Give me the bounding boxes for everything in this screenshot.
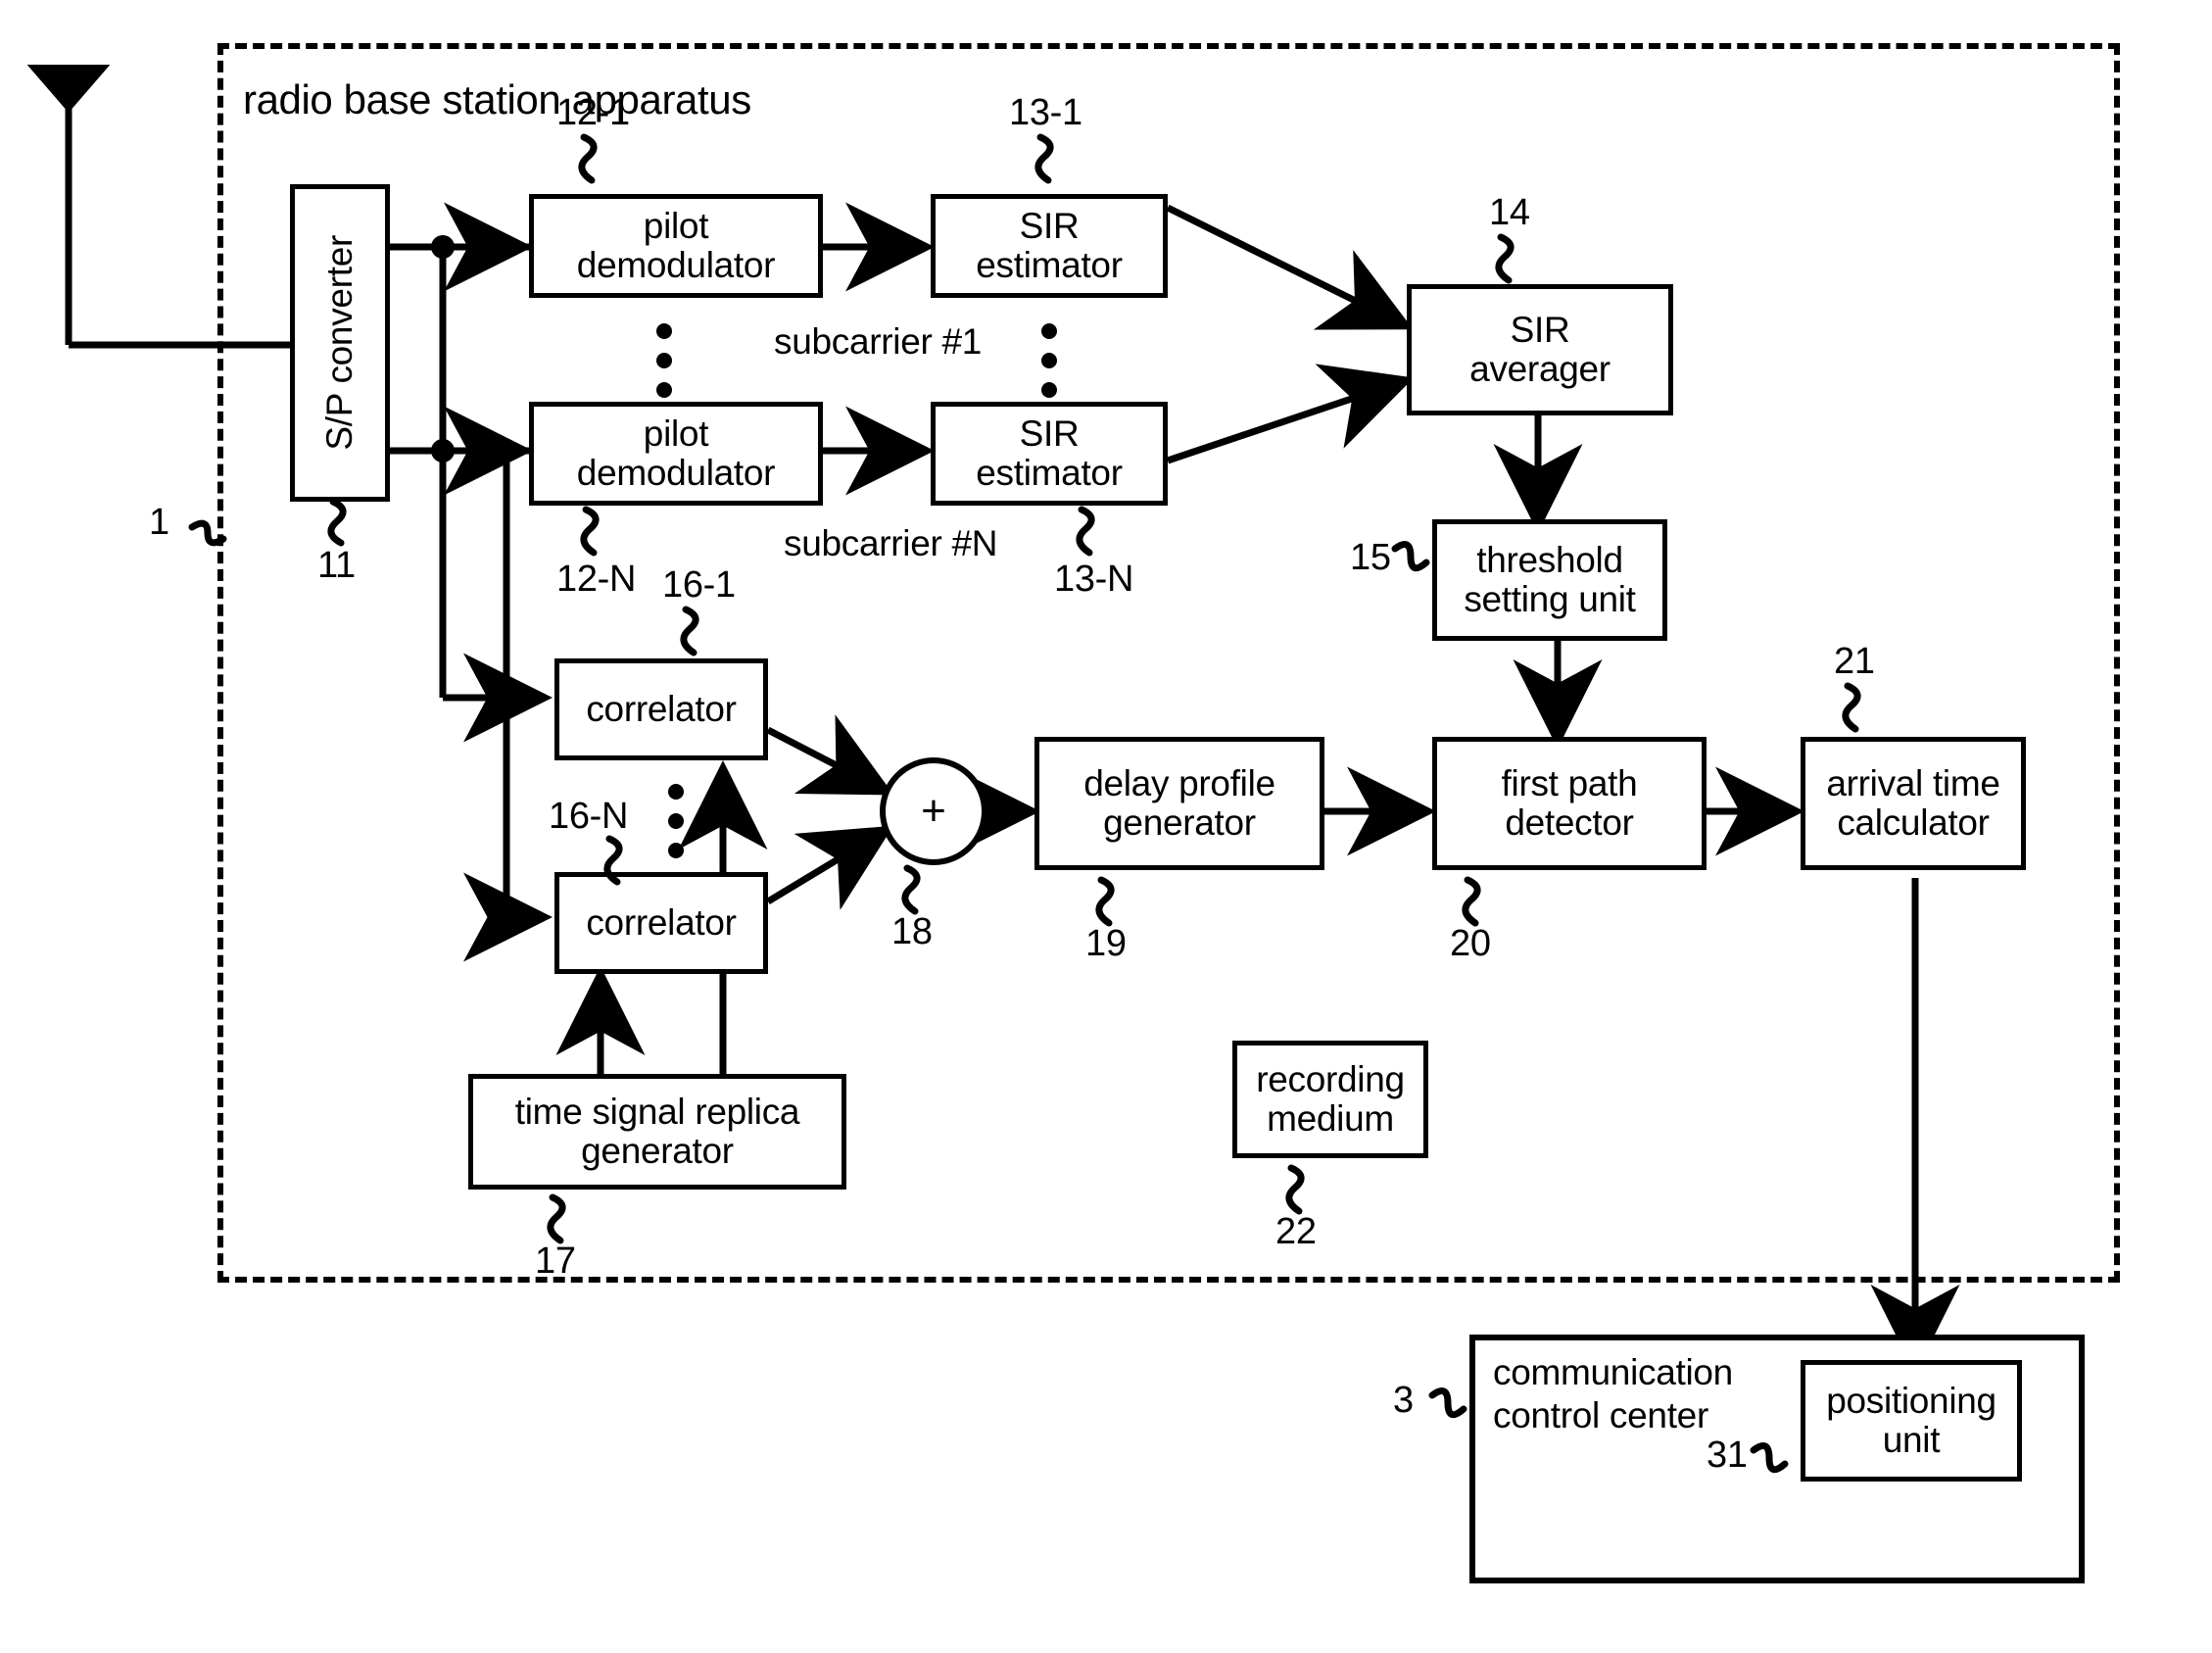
ref-numeral-16-N: 16-N xyxy=(549,796,629,837)
ref-numeral-22: 22 xyxy=(1275,1211,1317,1252)
ref-numeral-31: 31 xyxy=(1707,1434,1748,1476)
ref-numeral-1: 1 xyxy=(149,502,169,543)
ref-numeral-12-1: 12-1 xyxy=(556,92,630,133)
ref-numeral-13-N: 13-N xyxy=(1054,559,1134,600)
ref-numeral-11: 11 xyxy=(317,545,356,586)
reference-leader-layer xyxy=(188,133,1861,1474)
ref-numeral-3: 3 xyxy=(1393,1380,1414,1421)
ref-numeral-16-1: 16-1 xyxy=(662,564,736,606)
ref-numeral-15: 15 xyxy=(1350,537,1391,578)
ref-numeral-12-N: 12-N xyxy=(556,559,637,600)
ref-numeral-13-1: 13-1 xyxy=(1009,92,1082,133)
ref-numeral-14: 14 xyxy=(1489,192,1530,233)
ref-numeral-18: 18 xyxy=(891,911,933,952)
ref-numeral-17: 17 xyxy=(535,1240,576,1282)
ref-numeral-21: 21 xyxy=(1834,641,1875,682)
ref-numeral-19: 19 xyxy=(1085,923,1127,964)
figure-canvas: S/P converter pilot demodulator pilot de… xyxy=(0,0,2212,1653)
ref-numeral-20: 20 xyxy=(1450,923,1491,964)
